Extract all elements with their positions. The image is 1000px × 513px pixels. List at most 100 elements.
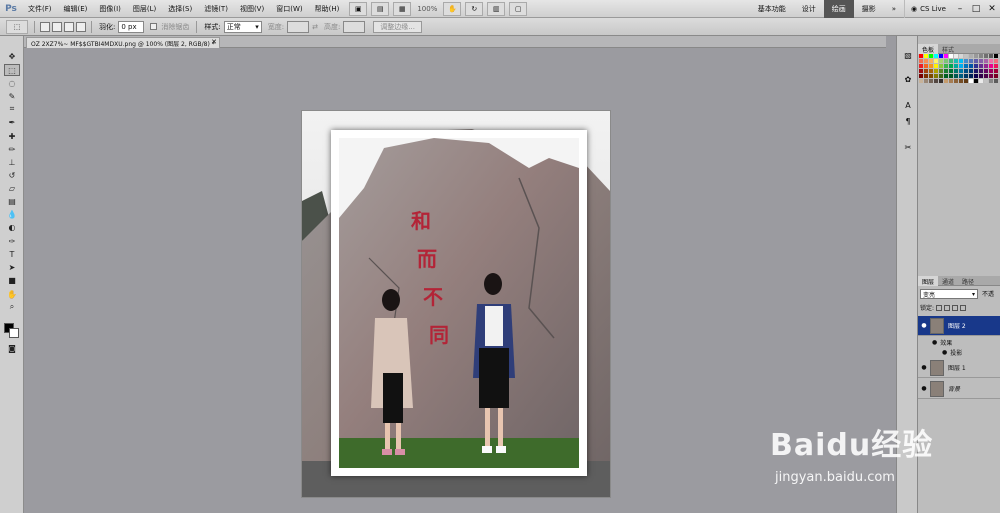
history-brush-tool[interactable]: ↺ [4,169,20,181]
menu-image[interactable]: 图像(I) [93,4,127,14]
cs-live[interactable]: ◉ CS Live [904,0,952,18]
menu-window[interactable]: 窗口(W) [270,4,308,14]
tool-preset-picker[interactable]: ⬚ [6,19,28,34]
navigator-icon[interactable]: ▧ [900,48,916,62]
zoom-tool[interactable]: ⌕ [4,301,20,313]
layer-name: 图层 2 [948,323,966,330]
menu-view[interactable]: 视图(V) [234,4,270,14]
quick-selection-tool[interactable]: ✎ [4,90,20,102]
workspace-design[interactable]: 设计 [794,0,824,18]
width-input[interactable] [287,20,310,33]
brush-tool[interactable]: ✏ [4,143,20,155]
lock-pixels-icon[interactable] [944,304,951,311]
hand-tool-button[interactable]: ✋ [443,1,462,16]
tab-styles[interactable]: 样式 [938,44,958,54]
workspace-photography[interactable]: 摄影 [854,0,884,18]
launch-bridge-button[interactable]: ▣ [349,1,368,16]
rotate-view-button[interactable]: ↻ [465,1,484,16]
menu-file[interactable]: 文件(F) [22,4,58,14]
crop-tool[interactable]: ⌗ [4,103,20,115]
lasso-tool[interactable]: ◌ [4,77,20,89]
tab-paths[interactable]: 路径 [958,276,978,286]
dodge-tool[interactable]: ◐ [4,221,20,233]
layer-thumbnail [930,317,944,334]
tab-channels[interactable]: 通道 [938,276,958,286]
intersect-selection-icon[interactable] [76,21,86,32]
close-icon[interactable]: ✕ [211,38,217,46]
eyedropper-tool[interactable]: ✒ [4,116,20,128]
brush-presets-icon[interactable]: ✿ [900,72,916,86]
arrange-documents-button[interactable]: ▥ [487,1,506,16]
swap-icon[interactable]: ⇄ [312,23,318,31]
menu-select[interactable]: 选择(S) [162,4,198,14]
eye-icon[interactable]: ● [918,364,930,371]
screen-mode-button[interactable]: ▢ [509,1,528,16]
clone-stamp-tool[interactable]: ⊥ [4,156,20,168]
layer-row-layer-2[interactable]: ● 图层 2 [918,316,1000,336]
workspace-more[interactable]: » [884,0,904,18]
background-color-swatch[interactable] [9,328,19,338]
maximize-button[interactable]: □ [968,4,984,14]
pen-tool[interactable]: ✑ [4,235,20,247]
color-swatch[interactable] [994,79,999,84]
drop-shadow-effect-row[interactable]: ● 投影 [942,347,962,357]
tab-swatches[interactable]: 色板 [918,44,939,54]
opacity-label[interactable]: 不透 [982,289,994,298]
quick-mask-button[interactable]: ◙ [4,342,20,354]
launch-minibridge-button[interactable]: ▤ [371,1,390,16]
character-icon[interactable]: A [900,98,916,112]
feather-input[interactable]: 0 px [118,20,145,33]
new-selection-icon[interactable] [40,21,50,32]
subtract-selection-icon[interactable] [64,21,74,32]
chevron-down-icon: ▾ [255,22,259,31]
lock-position-icon[interactable] [952,304,959,311]
style-select[interactable]: 正常 ▾ [223,20,262,33]
menu-edit[interactable]: 编辑(E) [58,4,94,14]
height-input[interactable] [343,20,366,33]
tool-presets-icon[interactable]: ✂ [900,140,916,154]
workspace-essentials[interactable]: 基本功能 [750,0,794,18]
document-tab[interactable]: OZ 2XZ7%~ MF$$GTBI4MDXU.png @ 100% (图层 2… [26,37,220,48]
lasso-icon: ◌ [8,78,16,88]
path-selection-tool[interactable]: ➤ [4,261,20,273]
menu-help[interactable]: 帮助(H) [309,4,346,14]
tab-layers[interactable]: 图层 [918,276,939,286]
minimize-button[interactable]: – [952,4,968,14]
menu-layer[interactable]: 图层(L) [127,4,162,14]
eye-icon[interactable]: ● [918,385,930,392]
document-canvas[interactable]: 和 而 不 同 [302,111,610,497]
layer-effects-row[interactable]: ● 效果 [932,337,952,347]
blend-mode-select[interactable]: 变亮 ▾ [920,289,978,299]
gradient-icon: ▤ [8,196,16,206]
calligraphy-char-2: 而 [417,247,437,271]
view-extras-button[interactable]: ▦ [393,1,412,16]
blur-tool[interactable]: 💧 [4,208,20,220]
menu-filter[interactable]: 滤镜(T) [198,4,234,14]
antialias-checkbox[interactable] [150,23,158,30]
marquee-icon: ⬚ [8,65,16,75]
close-window-button[interactable]: ✕ [984,4,1000,14]
refine-edge-button[interactable]: 调整边缘... [373,20,422,33]
move-tool[interactable]: ✥ [4,50,20,62]
eraser-icon: ▱ [8,183,16,193]
zoom-level[interactable]: 100% [417,5,437,13]
layer-row-background[interactable]: ● 背景 [918,379,1000,399]
add-selection-icon[interactable] [52,21,62,32]
paragraph-icon[interactable]: ¶ [900,114,916,128]
eraser-tool[interactable]: ▱ [4,182,20,194]
hand-tool[interactable]: ✋ [4,288,20,300]
minibridge-icon: ▤ [377,4,384,13]
healing-brush-tool[interactable]: ✚ [4,130,20,142]
gradient-tool[interactable]: ▤ [4,195,20,207]
effects-eye-icon[interactable]: ● [932,339,937,346]
swatch-grid [919,54,1000,84]
marquee-tool[interactable]: ⬚ [4,64,20,76]
shadow-eye-icon[interactable]: ● [942,349,947,356]
type-tool[interactable]: T [4,248,20,260]
layer-row-layer-1[interactable]: ● 图层 1 [918,358,1000,378]
lock-all-icon[interactable] [960,304,967,311]
shape-tool[interactable]: ■ [4,274,20,286]
workspace-painting[interactable]: 绘画 [823,0,854,18]
lock-transparent-icon[interactable] [936,304,943,311]
eye-icon[interactable]: ● [918,322,930,329]
